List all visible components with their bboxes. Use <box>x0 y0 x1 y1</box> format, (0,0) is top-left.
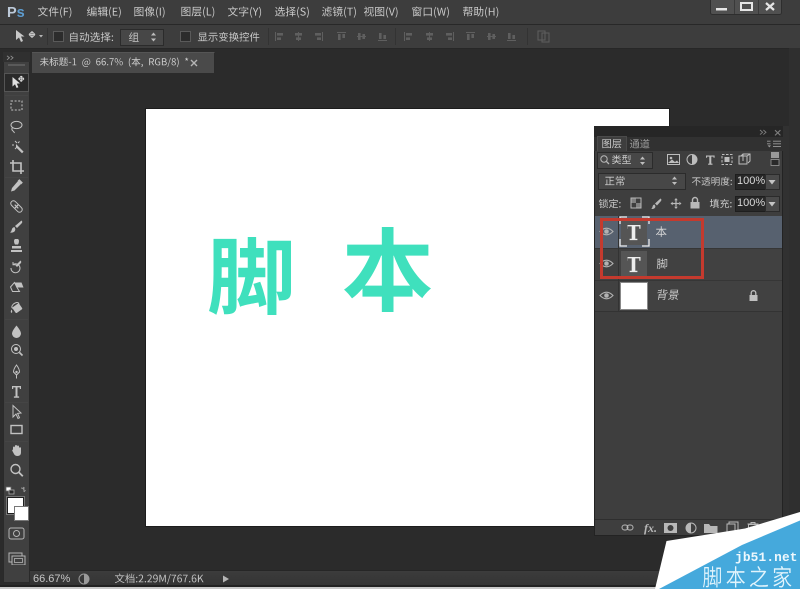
svg-text:Ps: Ps <box>7 5 25 21</box>
